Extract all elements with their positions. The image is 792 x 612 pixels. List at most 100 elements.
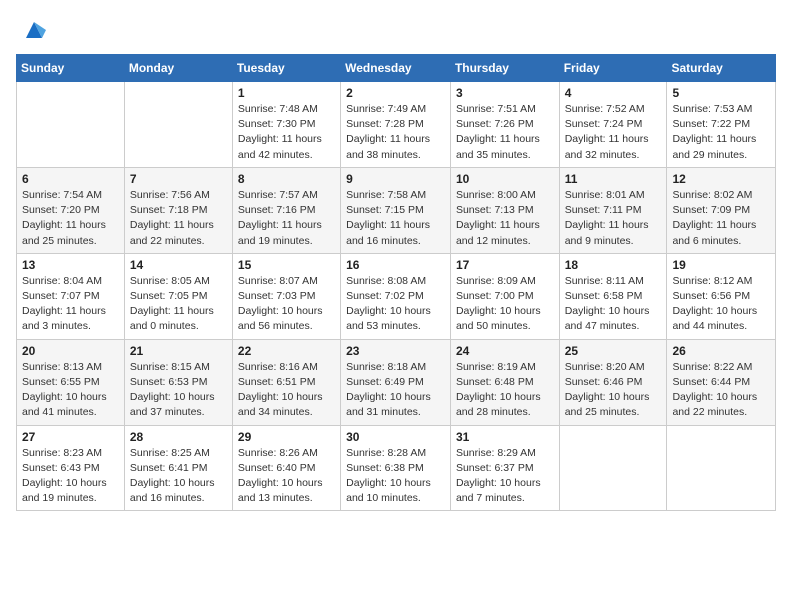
day-info: Sunrise: 8:08 AMSunset: 7:02 PMDaylight:… bbox=[346, 274, 446, 335]
calendar-cell: 10 Sunrise: 8:00 AMSunset: 7:13 PMDayligh… bbox=[450, 167, 559, 253]
day-info: Sunrise: 8:07 AMSunset: 7:03 PMDaylight:… bbox=[238, 274, 336, 335]
calendar-cell: 1Sunrise: 7:48 AMSunset: 7:30 PMDaylight… bbox=[232, 82, 340, 168]
header-row: SundayMondayTuesdayWednesdayThursdayFrid… bbox=[17, 55, 776, 82]
day-info: Sunrise: 8:20 AMSunset: 6:46 PMDaylight:… bbox=[565, 360, 663, 421]
day-info: Sunrise: 8:29 AMSunset: 6:37 PMDaylight:… bbox=[456, 446, 555, 507]
day-info: Sunrise: 8:13 AMSunset: 6:55 PMDaylight:… bbox=[22, 360, 120, 421]
day-info: Sunrise: 8:02 AMSunset: 7:09 PMDaylight:… bbox=[672, 188, 771, 249]
calendar-cell: 12 Sunrise: 8:02 AMSunset: 7:09 PMDayligh… bbox=[667, 167, 776, 253]
calendar-cell: 22 Sunrise: 8:16 AMSunset: 6:51 PMDayligh… bbox=[232, 339, 340, 425]
calendar-cell: 6 Sunrise: 7:54 AMSunset: 7:20 PMDaylight… bbox=[17, 167, 125, 253]
day-info: Sunrise: 8:09 AMSunset: 7:00 PMDaylight:… bbox=[456, 274, 555, 335]
day-number: 22 bbox=[238, 344, 336, 358]
day-info: Sunrise: 7:52 AMSunset: 7:24 PMDaylight:… bbox=[565, 102, 663, 163]
calendar-cell: 17 Sunrise: 8:09 AMSunset: 7:00 PMDayligh… bbox=[450, 253, 559, 339]
day-info: Sunrise: 8:05 AMSunset: 7:05 PMDaylight:… bbox=[130, 274, 228, 335]
calendar-cell: 14 Sunrise: 8:05 AMSunset: 7:05 PMDayligh… bbox=[124, 253, 232, 339]
calendar-cell: 3Sunrise: 7:51 AMSunset: 7:26 PMDaylight… bbox=[450, 82, 559, 168]
day-number: 4 bbox=[565, 86, 663, 100]
week-row-2: 6 Sunrise: 7:54 AMSunset: 7:20 PMDaylight… bbox=[17, 167, 776, 253]
calendar-cell bbox=[559, 425, 667, 511]
week-row-4: 20 Sunrise: 8:13 AMSunset: 6:55 PMDayligh… bbox=[17, 339, 776, 425]
day-info: Sunrise: 7:57 AMSunset: 7:16 PMDaylight:… bbox=[238, 188, 336, 249]
day-number: 2 bbox=[346, 86, 446, 100]
day-info: Sunrise: 8:28 AMSunset: 6:38 PMDaylight:… bbox=[346, 446, 446, 507]
day-info: Sunrise: 7:53 AMSunset: 7:22 PMDaylight:… bbox=[672, 102, 771, 163]
day-number: 12 bbox=[672, 172, 771, 186]
calendar-cell: 5 Sunrise: 7:53 AMSunset: 7:22 PMDaylight… bbox=[667, 82, 776, 168]
calendar-cell: 31 Sunrise: 8:29 AMSunset: 6:37 PMDayligh… bbox=[450, 425, 559, 511]
day-info: Sunrise: 8:16 AMSunset: 6:51 PMDaylight:… bbox=[238, 360, 336, 421]
calendar-cell: 23 Sunrise: 8:18 AMSunset: 6:49 PMDayligh… bbox=[341, 339, 451, 425]
day-info: Sunrise: 8:26 AMSunset: 6:40 PMDaylight:… bbox=[238, 446, 336, 507]
day-info: Sunrise: 8:01 AMSunset: 7:11 PMDaylight:… bbox=[565, 188, 663, 249]
day-header-monday: Monday bbox=[124, 55, 232, 82]
day-number: 20 bbox=[22, 344, 120, 358]
day-header-wednesday: Wednesday bbox=[341, 55, 451, 82]
day-info: Sunrise: 8:23 AMSunset: 6:43 PMDaylight:… bbox=[22, 446, 120, 507]
day-header-sunday: Sunday bbox=[17, 55, 125, 82]
logo-icon bbox=[20, 16, 48, 44]
calendar-cell: 19 Sunrise: 8:12 AMSunset: 6:56 PMDayligh… bbox=[667, 253, 776, 339]
calendar-cell: 28 Sunrise: 8:25 AMSunset: 6:41 PMDayligh… bbox=[124, 425, 232, 511]
day-header-saturday: Saturday bbox=[667, 55, 776, 82]
calendar-cell: 26Sunrise: 8:22 AMSunset: 6:44 PMDayligh… bbox=[667, 339, 776, 425]
day-info: Sunrise: 8:04 AMSunset: 7:07 PMDaylight:… bbox=[22, 274, 120, 335]
calendar-cell: 30 Sunrise: 8:28 AMSunset: 6:38 PMDayligh… bbox=[341, 425, 451, 511]
day-number: 31 bbox=[456, 430, 555, 444]
day-number: 9 bbox=[346, 172, 446, 186]
calendar-cell: 8 Sunrise: 7:57 AMSunset: 7:16 PMDaylight… bbox=[232, 167, 340, 253]
calendar-cell: 11 Sunrise: 8:01 AMSunset: 7:11 PMDayligh… bbox=[559, 167, 667, 253]
day-number: 28 bbox=[130, 430, 228, 444]
day-number: 30 bbox=[346, 430, 446, 444]
day-info: Sunrise: 8:19 AMSunset: 6:48 PMDaylight:… bbox=[456, 360, 555, 421]
day-number: 6 bbox=[22, 172, 120, 186]
calendar-cell: 24 Sunrise: 8:19 AMSunset: 6:48 PMDayligh… bbox=[450, 339, 559, 425]
day-number: 24 bbox=[456, 344, 555, 358]
day-info: Sunrise: 8:12 AMSunset: 6:56 PMDaylight:… bbox=[672, 274, 771, 335]
calendar-cell: 16 Sunrise: 8:08 AMSunset: 7:02 PMDayligh… bbox=[341, 253, 451, 339]
calendar-cell: 7 Sunrise: 7:56 AMSunset: 7:18 PMDaylight… bbox=[124, 167, 232, 253]
day-number: 5 bbox=[672, 86, 771, 100]
day-number: 23 bbox=[346, 344, 446, 358]
calendar-cell: 27 Sunrise: 8:23 AMSunset: 6:43 PMDayligh… bbox=[17, 425, 125, 511]
calendar-cell: 20 Sunrise: 8:13 AMSunset: 6:55 PMDayligh… bbox=[17, 339, 125, 425]
calendar-cell bbox=[667, 425, 776, 511]
day-number: 16 bbox=[346, 258, 446, 272]
day-header-thursday: Thursday bbox=[450, 55, 559, 82]
day-header-tuesday: Tuesday bbox=[232, 55, 340, 82]
day-number: 10 bbox=[456, 172, 555, 186]
day-info: Sunrise: 7:58 AMSunset: 7:15 PMDaylight:… bbox=[346, 188, 446, 249]
day-info: Sunrise: 7:49 AMSunset: 7:28 PMDaylight:… bbox=[346, 102, 446, 163]
day-info: Sunrise: 7:48 AMSunset: 7:30 PMDaylight:… bbox=[238, 102, 336, 163]
day-info: Sunrise: 7:51 AMSunset: 7:26 PMDaylight:… bbox=[456, 102, 555, 163]
day-info: Sunrise: 8:00 AMSunset: 7:13 PMDaylight:… bbox=[456, 188, 555, 249]
day-number: 19 bbox=[672, 258, 771, 272]
calendar-cell: 18Sunrise: 8:11 AMSunset: 6:58 PMDayligh… bbox=[559, 253, 667, 339]
calendar-cell: 25 Sunrise: 8:20 AMSunset: 6:46 PMDayligh… bbox=[559, 339, 667, 425]
week-row-1: 1Sunrise: 7:48 AMSunset: 7:30 PMDaylight… bbox=[17, 82, 776, 168]
calendar-cell: 29 Sunrise: 8:26 AMSunset: 6:40 PMDayligh… bbox=[232, 425, 340, 511]
day-number: 11 bbox=[565, 172, 663, 186]
week-row-5: 27 Sunrise: 8:23 AMSunset: 6:43 PMDayligh… bbox=[17, 425, 776, 511]
calendar-cell: 13Sunrise: 8:04 AMSunset: 7:07 PMDayligh… bbox=[17, 253, 125, 339]
calendar-cell: 21Sunrise: 8:15 AMSunset: 6:53 PMDayligh… bbox=[124, 339, 232, 425]
day-number: 14 bbox=[130, 258, 228, 272]
day-number: 29 bbox=[238, 430, 336, 444]
day-info: Sunrise: 8:18 AMSunset: 6:49 PMDaylight:… bbox=[346, 360, 446, 421]
calendar-cell: 15Sunrise: 8:07 AMSunset: 7:03 PMDayligh… bbox=[232, 253, 340, 339]
calendar-cell: 9 Sunrise: 7:58 AMSunset: 7:15 PMDaylight… bbox=[341, 167, 451, 253]
calendar-cell bbox=[124, 82, 232, 168]
day-number: 25 bbox=[565, 344, 663, 358]
day-info: Sunrise: 7:54 AMSunset: 7:20 PMDaylight:… bbox=[22, 188, 120, 249]
day-info: Sunrise: 8:25 AMSunset: 6:41 PMDaylight:… bbox=[130, 446, 228, 507]
day-number: 7 bbox=[130, 172, 228, 186]
day-number: 8 bbox=[238, 172, 336, 186]
day-number: 27 bbox=[22, 430, 120, 444]
day-number: 17 bbox=[456, 258, 555, 272]
logo bbox=[16, 16, 48, 44]
week-row-3: 13Sunrise: 8:04 AMSunset: 7:07 PMDayligh… bbox=[17, 253, 776, 339]
calendar-cell: 2 Sunrise: 7:49 AMSunset: 7:28 PMDaylight… bbox=[341, 82, 451, 168]
day-number: 18 bbox=[565, 258, 663, 272]
day-info: Sunrise: 7:56 AMSunset: 7:18 PMDaylight:… bbox=[130, 188, 228, 249]
